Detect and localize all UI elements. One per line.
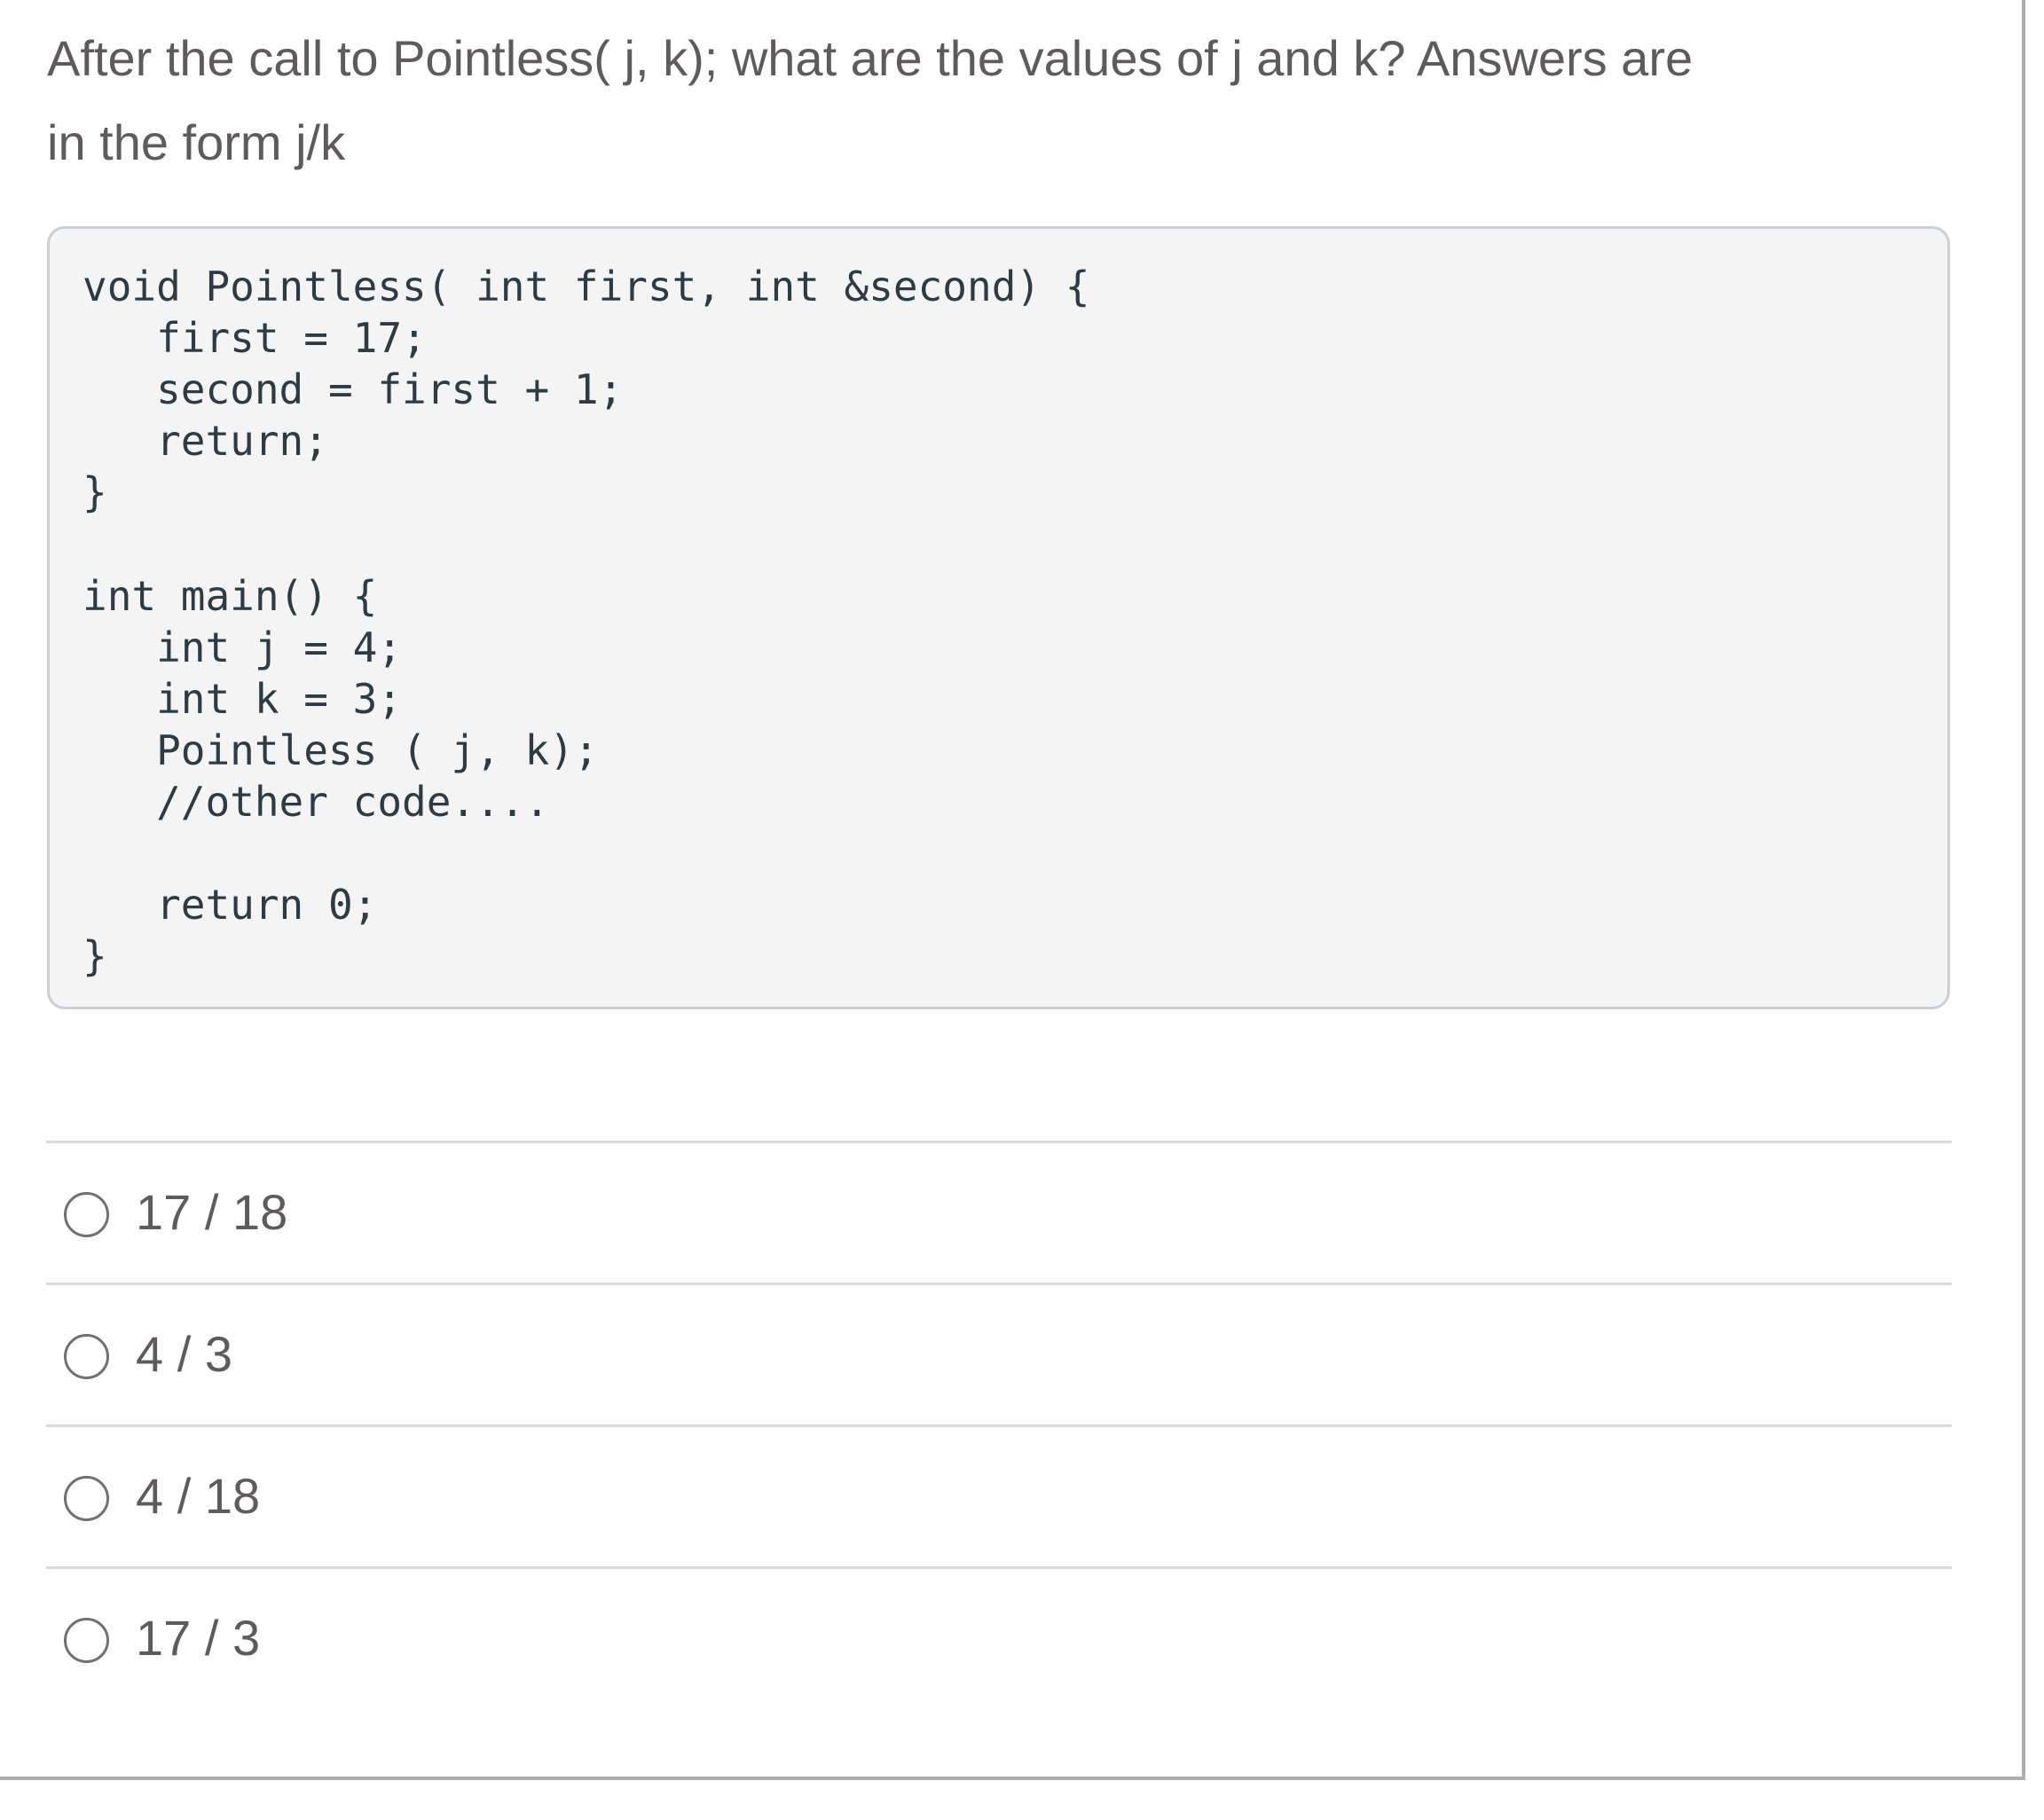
code-line: return; (83, 417, 328, 466)
code-line: } (83, 932, 107, 981)
code-line: return 0; (83, 881, 378, 930)
code-block: void Pointless( int first, int &second) … (47, 226, 1950, 1009)
question-line: After the call to Pointless( j, k); what… (47, 30, 1694, 86)
panel-bottom-border (0, 1777, 2025, 1780)
code-content: void Pointless( int first, int &second) … (83, 261, 1089, 982)
radio-button[interactable] (64, 1192, 109, 1237)
answer-option-2[interactable]: 4 / 3 (46, 1283, 1952, 1424)
code-line: void Pointless( int first, int &second) … (83, 263, 1090, 310)
code-line: int main() { (83, 571, 378, 620)
answer-option-4[interactable]: 17 / 3 (46, 1566, 1952, 1708)
code-line: Pointless ( j, k); (83, 726, 599, 774)
answer-option-1[interactable]: 17 / 18 (46, 1141, 1952, 1283)
panel-right-border (2022, 0, 2025, 1780)
question-line: in the form j/k (47, 114, 346, 170)
code-line: int k = 3; (83, 674, 403, 723)
code-line: int j = 4; (83, 623, 403, 671)
question-text: After the call to Pointless( j, k); what… (47, 16, 1999, 184)
answer-label[interactable]: 17 / 18 (136, 1184, 287, 1241)
answer-option-3[interactable]: 4 / 18 (46, 1424, 1952, 1566)
code-line: } (83, 468, 107, 517)
answer-label[interactable]: 4 / 3 (136, 1326, 232, 1383)
code-line: //other code.... (83, 777, 550, 826)
code-line: second = first + 1; (83, 365, 624, 414)
radio-button[interactable] (64, 1334, 109, 1379)
answer-label[interactable]: 17 / 3 (136, 1610, 260, 1667)
code-line: first = 17; (83, 314, 427, 363)
answer-label[interactable]: 4 / 18 (136, 1468, 260, 1525)
radio-button[interactable] (64, 1618, 109, 1663)
radio-button[interactable] (64, 1476, 109, 1521)
answer-list: 17 / 18 4 / 3 4 / 18 17 / 3 (46, 1141, 1952, 1708)
